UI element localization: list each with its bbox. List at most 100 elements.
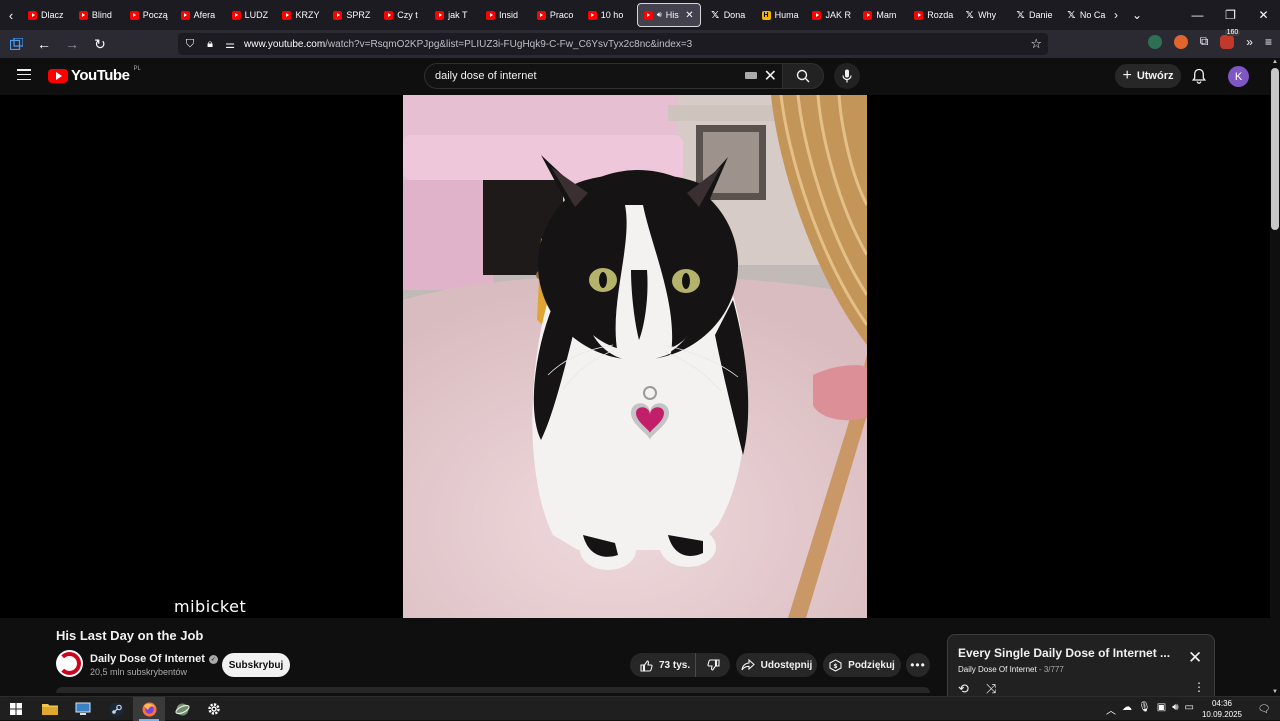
notifications-center-icon[interactable]: 🗨︎ <box>1254 704 1274 715</box>
video-player[interactable]: mibicket <box>0 95 1270 618</box>
close-tab-icon[interactable]: ✕ <box>685 10 693 21</box>
youtube-logo[interactable]: YouTube PL <box>48 66 141 84</box>
close-window-icon[interactable]: ✕ <box>1247 0 1280 30</box>
file-explorer-icon[interactable] <box>34 697 66 721</box>
browser-tab[interactable]: Czy t <box>378 3 429 27</box>
lock-icon[interactable]: 🔒︎ <box>204 38 216 51</box>
browser-tab[interactable]: LUDZ <box>226 3 277 27</box>
search-button[interactable] <box>782 63 824 89</box>
scrollbar-thumb[interactable] <box>1271 68 1279 230</box>
loop-playlist-icon[interactable]: ⟲ <box>958 681 969 697</box>
dislike-button[interactable] <box>696 653 730 677</box>
playlist-more-icon[interactable]: ⋮ <box>1193 680 1205 694</box>
browser-tab[interactable]: 𝕏 No Ca <box>1061 3 1112 27</box>
tab-title: Praco <box>549 10 574 20</box>
browser-tab[interactable]: KRZY <box>276 3 327 27</box>
shield-icon[interactable]: ⛉ <box>184 38 196 51</box>
browser-tab[interactable]: 𝕏 Danie <box>1010 3 1061 27</box>
like-button[interactable]: 73 tys. <box>630 653 696 677</box>
taskbar-clock[interactable]: 04:36 10.09.2025 <box>1202 698 1242 720</box>
youtube-icon <box>643 10 653 20</box>
description-box[interactable] <box>56 687 930 693</box>
voice-search-button[interactable] <box>834 63 860 89</box>
browser-tab[interactable]: 𝕏 Dona <box>705 3 756 27</box>
back-icon[interactable]: ← <box>32 32 56 56</box>
browser-tab[interactable]: Blind <box>73 3 124 27</box>
browser-tab[interactable]: 🔊︎ His ✕ <box>636 3 701 27</box>
tab-title: KRZY <box>295 10 320 20</box>
sidebar-toggle-icon[interactable] <box>4 32 28 56</box>
tabs-scroll-left-icon[interactable]: ‹ <box>0 0 22 30</box>
speaker-icon[interactable]: 🔊︎ <box>1172 702 1178 717</box>
tray-overflow-chevron-icon[interactable]: ︿ <box>1106 702 1116 717</box>
app-globe-icon[interactable] <box>166 697 198 721</box>
tabs-scroll-right-icon[interactable]: › <box>1114 8 1118 22</box>
browser-tab[interactable]: Praco <box>531 3 582 27</box>
firefox-icon[interactable] <box>133 697 165 721</box>
overflow-menu-icon[interactable]: » <box>1246 35 1253 49</box>
browser-tab[interactable]: 10 ho <box>582 3 633 27</box>
tab-title: Dlacz <box>41 10 64 20</box>
channel-avatar[interactable] <box>56 650 83 677</box>
extension-badge-icon[interactable]: 160 <box>1220 28 1241 49</box>
close-playlist-icon[interactable]: ✕ <box>1188 649 1202 666</box>
keyboard-icon[interactable] <box>745 72 757 79</box>
playlist-owner[interactable]: Daily Dose Of Internet <box>958 665 1037 674</box>
browser-tab[interactable]: JAK R <box>806 3 857 27</box>
search-input[interactable]: daily dose of internet ✕ <box>424 63 783 89</box>
share-button[interactable]: Udostępnij <box>736 653 817 677</box>
reload-icon[interactable]: ↻ <box>88 32 112 56</box>
forward-icon[interactable]: → <box>60 32 84 56</box>
thanks-button[interactable]: $ Podziękuj <box>823 653 901 677</box>
create-button[interactable]: + Utwórz <box>1115 64 1181 88</box>
browser-tab[interactable]: Insid <box>480 3 531 27</box>
video-frame-cat[interactable] <box>403 95 867 618</box>
plus-icon: + <box>1122 67 1132 84</box>
clear-search-icon[interactable]: ✕ <box>764 66 777 86</box>
browser-tab[interactable]: Rozda <box>908 3 959 27</box>
scroll-up-arrow-icon[interactable]: ▲ <box>1271 59 1279 65</box>
thanks-label: Podziękuj <box>848 659 895 671</box>
extension-fox-icon[interactable] <box>1173 34 1188 49</box>
scroll-down-arrow-icon[interactable]: ▼ <box>1271 689 1279 695</box>
extension-shield-icon[interactable] <box>1147 34 1162 49</box>
page-scrollbar[interactable]: ▲ ▼ <box>1270 58 1280 696</box>
extensions-puzzle-icon[interactable]: ⧉ <box>1200 34 1209 49</box>
display-icon[interactable]: ▭ <box>1185 702 1194 717</box>
bookmark-star-icon[interactable]: ☆ <box>1030 36 1042 52</box>
subscriber-count: 20,5 mln subskrybentów <box>90 667 188 677</box>
tab-audio-icon[interactable]: 🔊︎ <box>657 10 662 20</box>
browser-tab[interactable]: Począ <box>124 3 175 27</box>
settings-gear-icon[interactable] <box>198 697 230 721</box>
youtube-icon <box>863 10 873 20</box>
browser-tab[interactable]: SPRZ <box>327 3 378 27</box>
minimize-window-icon[interactable]: — <box>1181 0 1214 30</box>
playlist-subtitle: Daily Dose Of Internet - 3/777 <box>958 665 1064 674</box>
network-icon[interactable]: ▣ <box>1157 702 1166 717</box>
browser-tab[interactable]: jak T <box>429 3 480 27</box>
browser-tab[interactable]: Afera <box>175 3 226 27</box>
browser-tab[interactable]: 𝕏 Why <box>959 3 1010 27</box>
channel-name-link[interactable]: Daily Dose Of Internet ✓ <box>90 653 218 665</box>
subscribe-button[interactable]: Subskrybuj <box>222 653 290 677</box>
permissions-icon[interactable]: ⚌ <box>224 38 236 51</box>
guide-menu-icon[interactable] <box>17 69 31 80</box>
microphone-tray-icon[interactable]: 🎙︎ <box>1138 702 1151 717</box>
browser-tab[interactable]: H Huma <box>756 3 807 27</box>
playlist-title[interactable]: Every Single Daily Dose of Internet ... <box>958 646 1178 660</box>
shuffle-icon[interactable]: ⤨ <box>986 681 996 697</box>
account-avatar[interactable]: K <box>1228 66 1249 87</box>
windows-start-icon[interactable] <box>0 697 32 721</box>
remote-desktop-icon[interactable] <box>67 697 99 721</box>
steam-icon[interactable] <box>100 697 132 721</box>
more-actions-icon[interactable]: ••• <box>906 653 930 677</box>
browser-tab[interactable]: Mam <box>857 3 908 27</box>
url-text[interactable]: www.youtube.com/watch?v=RsqmO2KPJpg&list… <box>244 39 692 50</box>
restore-window-icon[interactable]: ❐ <box>1214 0 1247 30</box>
notifications-bell-icon[interactable] <box>1191 68 1207 89</box>
browser-tab[interactable]: Dlacz <box>22 3 73 27</box>
list-all-tabs-icon[interactable]: ⌄ <box>1132 8 1142 22</box>
url-bar[interactable]: ⛉ 🔒︎ ⚌ www.youtube.com/watch?v=RsqmO2KPJ… <box>178 33 1048 55</box>
app-menu-icon[interactable]: ≡ <box>1265 35 1272 49</box>
onedrive-cloud-icon[interactable]: ☁ <box>1122 702 1132 717</box>
